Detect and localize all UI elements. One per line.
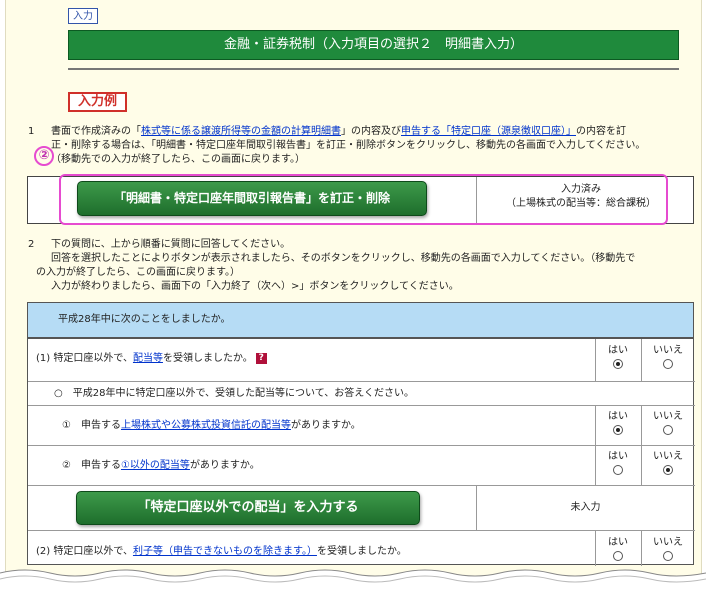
row-divider (28, 381, 695, 382)
question-text: がありますか。 (290, 420, 361, 431)
section1-line3: （移動先での入力が終了したら、この画面に戻ります。） (51, 154, 305, 165)
yes-label: はい (608, 411, 628, 422)
yes-label: はい (608, 451, 628, 462)
no-label: いいえ (653, 345, 683, 356)
q1b-no-radio[interactable] (663, 465, 673, 475)
question-text: がありますか。 (189, 460, 260, 471)
row-divider (28, 445, 695, 446)
page-title: 金融・証券税制（入力項目の選択２ 明細書入力） (68, 30, 679, 60)
row-divider (28, 485, 695, 486)
dividends-link[interactable]: 配当等 (133, 353, 163, 364)
question-text: (2) 特定口座以外で、 (36, 546, 133, 557)
year-question-header: 平成28年中に次のことをしましたか。 (27, 302, 694, 338)
row-divider (28, 405, 695, 406)
calc-statement-link[interactable]: 株式等に係る譲渡所得等の金額の計算明細書 (141, 126, 341, 137)
q1-yes-option[interactable]: はい (595, 345, 641, 373)
highlight-frame (59, 174, 668, 225)
question-1: (1) 特定口座以外で、配当等を受領しましたか。? (36, 352, 267, 366)
q1a-yes-radio[interactable] (613, 425, 623, 435)
page-frame: 入力 金融・証券税制（入力項目の選択２ 明細書入力） 入力例 1 書面で作成済み… (5, 0, 702, 590)
section2-line3: の入力が終了したら、この画面に戻ります。） (36, 267, 240, 278)
input-tag: 入力 (68, 8, 98, 24)
question-text: ① 申告する (62, 420, 121, 431)
no-label: いいえ (653, 537, 683, 548)
listed-stock-dividends-link[interactable]: 上場株式や公募株式投資信託の配当等 (121, 420, 291, 431)
q2-no-radio[interactable] (663, 551, 673, 561)
question-text: ② 申告する (62, 460, 121, 471)
specific-account-link[interactable]: 申告する「特定口座（源泉徴収口座）」 (401, 126, 576, 137)
section2-number: 2 (28, 239, 35, 250)
row-divider (28, 530, 695, 531)
question-1b: ② 申告する①以外の配当等がありますか。 (62, 459, 260, 473)
dividend-status: 未入力 (570, 502, 601, 513)
section2-line4: 入力が終わりましたら、画面下の「入力終了（次へ）>」ボタンをクリックしてください… (51, 281, 459, 292)
section2-line1: 下の質問に、上から順番に質問に回答してください。 (51, 239, 291, 250)
help-icon[interactable]: ? (255, 352, 267, 364)
q2-yes-radio[interactable] (613, 551, 623, 561)
yes-label: はい (608, 345, 628, 356)
q1a-no-option[interactable]: いいえ (641, 411, 695, 439)
section2-line2: 回答を選択したことによりボタンが表示されましたら、そのボタンをクリックし、移動先… (51, 253, 636, 264)
enter-dividends-button[interactable]: 「特定口座以外での配当」を入力する (76, 491, 420, 525)
section1-number: 1 (28, 126, 35, 137)
section1-text: の内容を訂 (576, 126, 626, 137)
question-2: (2) 特定口座以外で、利子等（申告できないものを除きます。）を受領しましたか。 (36, 545, 407, 559)
q1a-no-radio[interactable] (663, 425, 673, 435)
callout-number-icon: ② (34, 146, 54, 166)
q1-yes-radio[interactable] (613, 359, 623, 369)
no-label: いいえ (653, 451, 683, 462)
q2-yes-option[interactable]: はい (595, 537, 641, 565)
yes-label: はい (608, 537, 628, 548)
section1-line1: 書面で作成済みの「株式等に係る譲渡所得等の金額の計算明細書」の内容及び申告する「… (51, 125, 701, 139)
question-table: (1) 特定口座以外で、配当等を受領しましたか。? はい いいえ ○ 平成28年… (27, 338, 695, 566)
question-text: を受領しましたか。 (316, 546, 407, 557)
q1b-yes-radio[interactable] (613, 465, 623, 475)
q1a-yes-option[interactable]: はい (595, 411, 641, 439)
question-1a: ① 申告する上場株式や公募株式投資信託の配当等がありますか。 (62, 419, 361, 433)
q1-sub-header: ○ 平成28年中に特定口座以外で、受領した配当等について、お答えください。 (54, 388, 414, 399)
section1-text: 書面で作成済みの「 (51, 126, 141, 137)
torn-edge (0, 569, 706, 595)
section1-line2: 正・削除する場合は、「明細書・特定口座年間取引報告書」を訂正・削除ボタンをクリッ… (51, 140, 646, 151)
other-dividends-link[interactable]: ①以外の配当等 (121, 460, 190, 471)
input-example-tag: 入力例 (68, 92, 128, 112)
q1-no-option[interactable]: いいえ (641, 345, 695, 373)
question-text: を受領しましたか。 (162, 353, 253, 364)
q1b-no-option[interactable]: いいえ (641, 451, 695, 479)
q1b-yes-option[interactable]: はい (595, 451, 641, 479)
question-text: (1) 特定口座以外で、 (36, 353, 133, 364)
no-label: いいえ (653, 411, 683, 422)
interest-link[interactable]: 利子等（申告できないものを除きます。） (133, 546, 317, 557)
q1-no-radio[interactable] (663, 359, 673, 369)
title-divider (68, 68, 679, 70)
section1-text: 」の内容及び (341, 126, 401, 137)
q2-no-option[interactable]: いいえ (641, 537, 695, 565)
